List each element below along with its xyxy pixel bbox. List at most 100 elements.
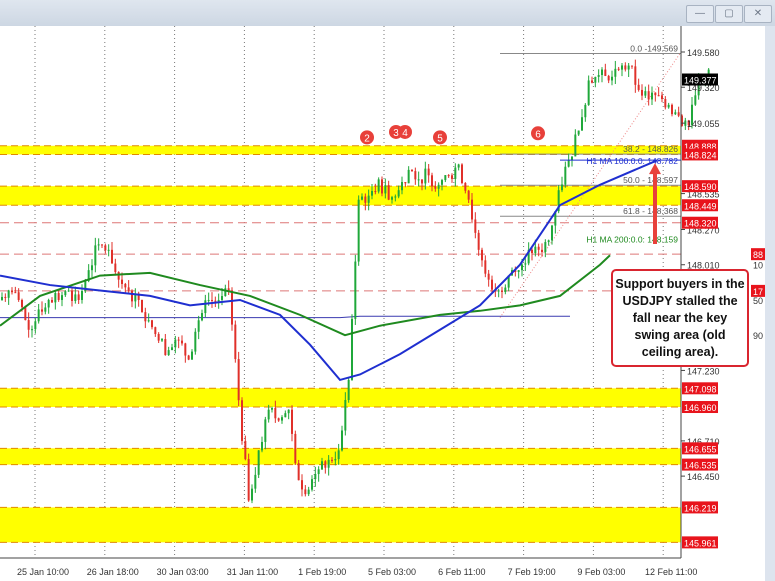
- candle-body: [674, 112, 677, 115]
- candle-body: [664, 99, 667, 108]
- candle-body: [631, 65, 633, 67]
- minimize-button[interactable]: —: [686, 5, 714, 23]
- restore-button[interactable]: ▢: [715, 5, 743, 23]
- candle-body: [221, 296, 223, 300]
- candle-body: [234, 324, 237, 360]
- candle-body: [41, 309, 43, 312]
- candle-body: [11, 290, 13, 293]
- candle-body: [291, 409, 293, 434]
- candle-body: [444, 175, 447, 181]
- swing-marker-label: 4: [402, 128, 408, 139]
- candle-body: [334, 459, 337, 461]
- level-price-tag-text: 147.098: [684, 384, 717, 394]
- candle-body: [591, 80, 593, 83]
- chart-area[interactable]: 25 Jan 10:00 26 Jan 18:00 30 Jan 03:00 31 J…: [0, 26, 765, 581]
- candle-body: [284, 413, 287, 418]
- candle-body: [357, 199, 360, 262]
- candle-body: [257, 450, 260, 475]
- candle-body: [587, 80, 590, 105]
- y-axis-label: 147.230: [687, 366, 720, 376]
- candle-body: [597, 75, 600, 77]
- candle-body: [447, 175, 450, 177]
- candle-body: [481, 249, 483, 261]
- candle-body: [471, 199, 473, 220]
- candle-body: [217, 299, 220, 302]
- support-resistance-band: [0, 388, 681, 408]
- candle-body: [317, 469, 320, 475]
- x-axis-label: 1 Feb 19:00: [298, 567, 346, 577]
- candle-body: [254, 474, 257, 489]
- candle-body: [197, 320, 200, 332]
- candle-body: [354, 261, 357, 319]
- candle-body: [477, 232, 480, 250]
- candle-body: [541, 249, 543, 253]
- candle-body: [67, 290, 70, 292]
- candle-body: [594, 76, 597, 83]
- y-axis-label: 149.580: [687, 48, 720, 58]
- candle-body: [207, 299, 210, 301]
- candle-body: [51, 299, 53, 303]
- level-price-tag-text: 146.960: [684, 403, 717, 413]
- candle-body: [564, 166, 567, 185]
- x-axis-label: 6 Feb 11:00: [438, 567, 485, 577]
- candle-body: [24, 307, 27, 321]
- candle-body: [314, 474, 317, 480]
- candle-body: [94, 245, 97, 266]
- candle-body: [641, 89, 643, 96]
- candle-body: [677, 112, 680, 116]
- candle-body: [74, 294, 77, 301]
- close-button[interactable]: ✕: [744, 5, 772, 23]
- candle-body: [524, 263, 527, 265]
- ma200-label: H1 MA 200:0.0: 148.159: [586, 235, 678, 245]
- level-price-tag-text: 148.824: [684, 150, 717, 160]
- candle-body: [331, 459, 333, 461]
- candle-body: [417, 179, 420, 181]
- candle-body: [324, 461, 327, 468]
- candle-body: [547, 240, 550, 243]
- candle-body: [491, 279, 493, 290]
- level-price-tag-text: 145.961: [684, 538, 717, 548]
- candle-body: [264, 419, 267, 442]
- horizontal-line: [0, 315, 570, 319]
- candle-body: [121, 279, 123, 284]
- candle-body: [504, 287, 507, 292]
- candle-body: [171, 347, 173, 351]
- candle-body: [191, 351, 193, 360]
- candle-body: [427, 168, 430, 176]
- candle-body: [17, 292, 20, 300]
- candle-body: [164, 339, 167, 356]
- candle-body: [114, 263, 117, 272]
- candle-body: [394, 196, 397, 198]
- candle-body: [627, 65, 630, 70]
- candle-body: [167, 350, 170, 356]
- candle-body: [371, 191, 373, 196]
- candle-body: [64, 291, 67, 296]
- support-resistance-band: [0, 448, 681, 465]
- candle-body: [431, 175, 433, 187]
- candle-body: [567, 160, 570, 167]
- x-axis-label: 7 Feb 19:00: [508, 567, 556, 577]
- candle-body: [107, 249, 110, 251]
- candle-body: [97, 244, 100, 246]
- scrollbar[interactable]: [765, 26, 775, 581]
- candle-body: [4, 296, 7, 298]
- current-price-text: 149.377: [684, 76, 717, 86]
- candle-body: [327, 459, 330, 468]
- candle-body: [1, 296, 3, 300]
- candle-body: [644, 91, 647, 96]
- candle-body: [671, 104, 673, 115]
- candle-body: [211, 299, 213, 301]
- candle-body: [621, 65, 623, 70]
- x-axis-label: 31 Jan 11:00: [227, 567, 278, 577]
- candle-body: [384, 185, 387, 194]
- candle-body: [397, 190, 400, 197]
- candle-body: [131, 290, 133, 302]
- candle-body: [537, 246, 540, 250]
- candle-body: [551, 225, 553, 241]
- candle-body: [374, 191, 377, 193]
- candle-body: [47, 299, 50, 308]
- ma100-label: H1 MA 100:0.0: 148.782: [586, 156, 678, 166]
- candle-body: [341, 430, 343, 451]
- candle-body: [454, 167, 457, 179]
- y-axis-label-partial: 90: [753, 331, 763, 341]
